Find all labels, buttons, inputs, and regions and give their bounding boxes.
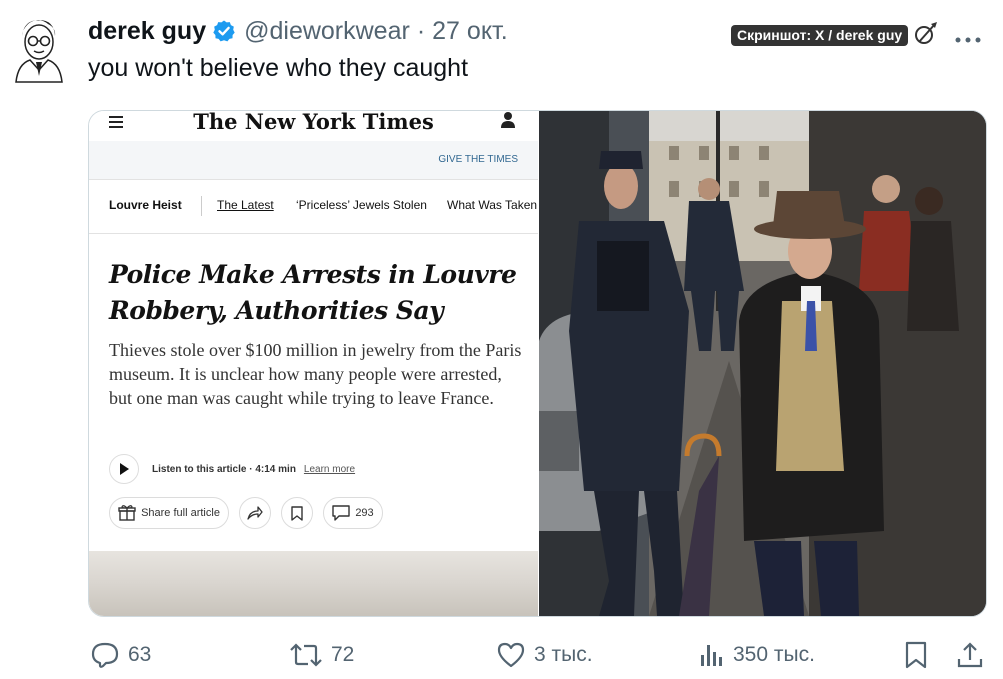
comments-button: 293: [323, 497, 383, 529]
nyt-screenshot[interactable]: The New York Times GIVE THE TIMES Louvre…: [89, 111, 538, 616]
avatar[interactable]: [12, 14, 64, 84]
nav-item-taken: What Was Taken: [447, 198, 538, 212]
views-icon: [701, 645, 722, 666]
nyt-logo: The New York Times: [193, 111, 434, 134]
nav-divider: [201, 196, 202, 216]
more-icon[interactable]: [954, 31, 982, 43]
author-handle[interactable]: @dieworkwear: [244, 17, 410, 46]
street-photo[interactable]: [539, 111, 986, 616]
retweet-count: 72: [331, 643, 355, 666]
reply-icon: [91, 642, 119, 668]
verified-badge-icon: [212, 19, 236, 43]
listen-label: Listen to this article · 4:14 min: [152, 463, 296, 475]
screenshot-credit: Скриншот: X / derek guy: [731, 25, 909, 46]
comments-count: 293: [355, 507, 374, 519]
share-icon: [957, 642, 983, 668]
nav-item-latest: The Latest: [217, 198, 274, 212]
like-button[interactable]: 3 тыс.: [496, 640, 593, 670]
learn-more-link: Learn more: [303, 463, 356, 475]
gift-icon: [118, 505, 136, 521]
bookmark-icon: [281, 497, 313, 529]
nav-item-jewels: ‘Priceless’ Jewels Stolen: [296, 198, 427, 212]
like-count: 3 тыс.: [534, 643, 593, 666]
reply-button[interactable]: 63: [90, 640, 151, 670]
article-actions: Share full article 293: [109, 496, 393, 530]
play-icon: [109, 454, 139, 484]
retweet-icon: [290, 643, 322, 667]
bookmark-icon: [905, 641, 927, 669]
views-count: 350 тыс.: [733, 643, 815, 666]
edit-icon: [913, 20, 939, 46]
give-bar: GIVE THE TIMES: [89, 141, 538, 180]
bookmark-button[interactable]: [903, 640, 937, 670]
nyt-section-nav: Louvre Heist The Latest ‘Priceless’ Jewe…: [89, 180, 538, 234]
author-name[interactable]: derek guy: [88, 17, 206, 46]
views-button[interactable]: 350 тыс.: [699, 640, 815, 670]
reply-count: 63: [128, 643, 152, 666]
tweet-date[interactable]: 27 окт.: [432, 17, 508, 46]
article-photo: [89, 551, 538, 616]
header-separator: ·: [416, 16, 426, 45]
tweet-header: derek guy @dieworkwear · 27 окт.: [88, 14, 508, 48]
nav-section-title: Louvre Heist: [109, 198, 182, 212]
share-arrow-icon: [239, 497, 271, 529]
article-summary: Thieves stole over $100 million in jewel…: [109, 340, 522, 408]
audio-player: Listen to this article · 4:14 min Learn …: [109, 454, 355, 484]
share-button[interactable]: [956, 640, 992, 670]
comment-icon: [332, 505, 351, 521]
retweet-button[interactable]: 72: [289, 640, 354, 670]
give-the-times-link: GIVE THE TIMES: [438, 154, 518, 165]
account-icon: [500, 111, 516, 129]
share-full-article-label: Share full article: [141, 507, 220, 519]
tweet-media[interactable]: The New York Times GIVE THE TIMES Louvre…: [88, 110, 987, 617]
share-full-article: Share full article: [109, 497, 229, 529]
nyt-masthead: The New York Times: [89, 111, 538, 141]
article-headline: Police Make Arrests in Louvre Robbery, A…: [109, 260, 517, 325]
tweet-text: you won't believe who they caught: [88, 54, 469, 82]
like-icon: [497, 642, 525, 668]
